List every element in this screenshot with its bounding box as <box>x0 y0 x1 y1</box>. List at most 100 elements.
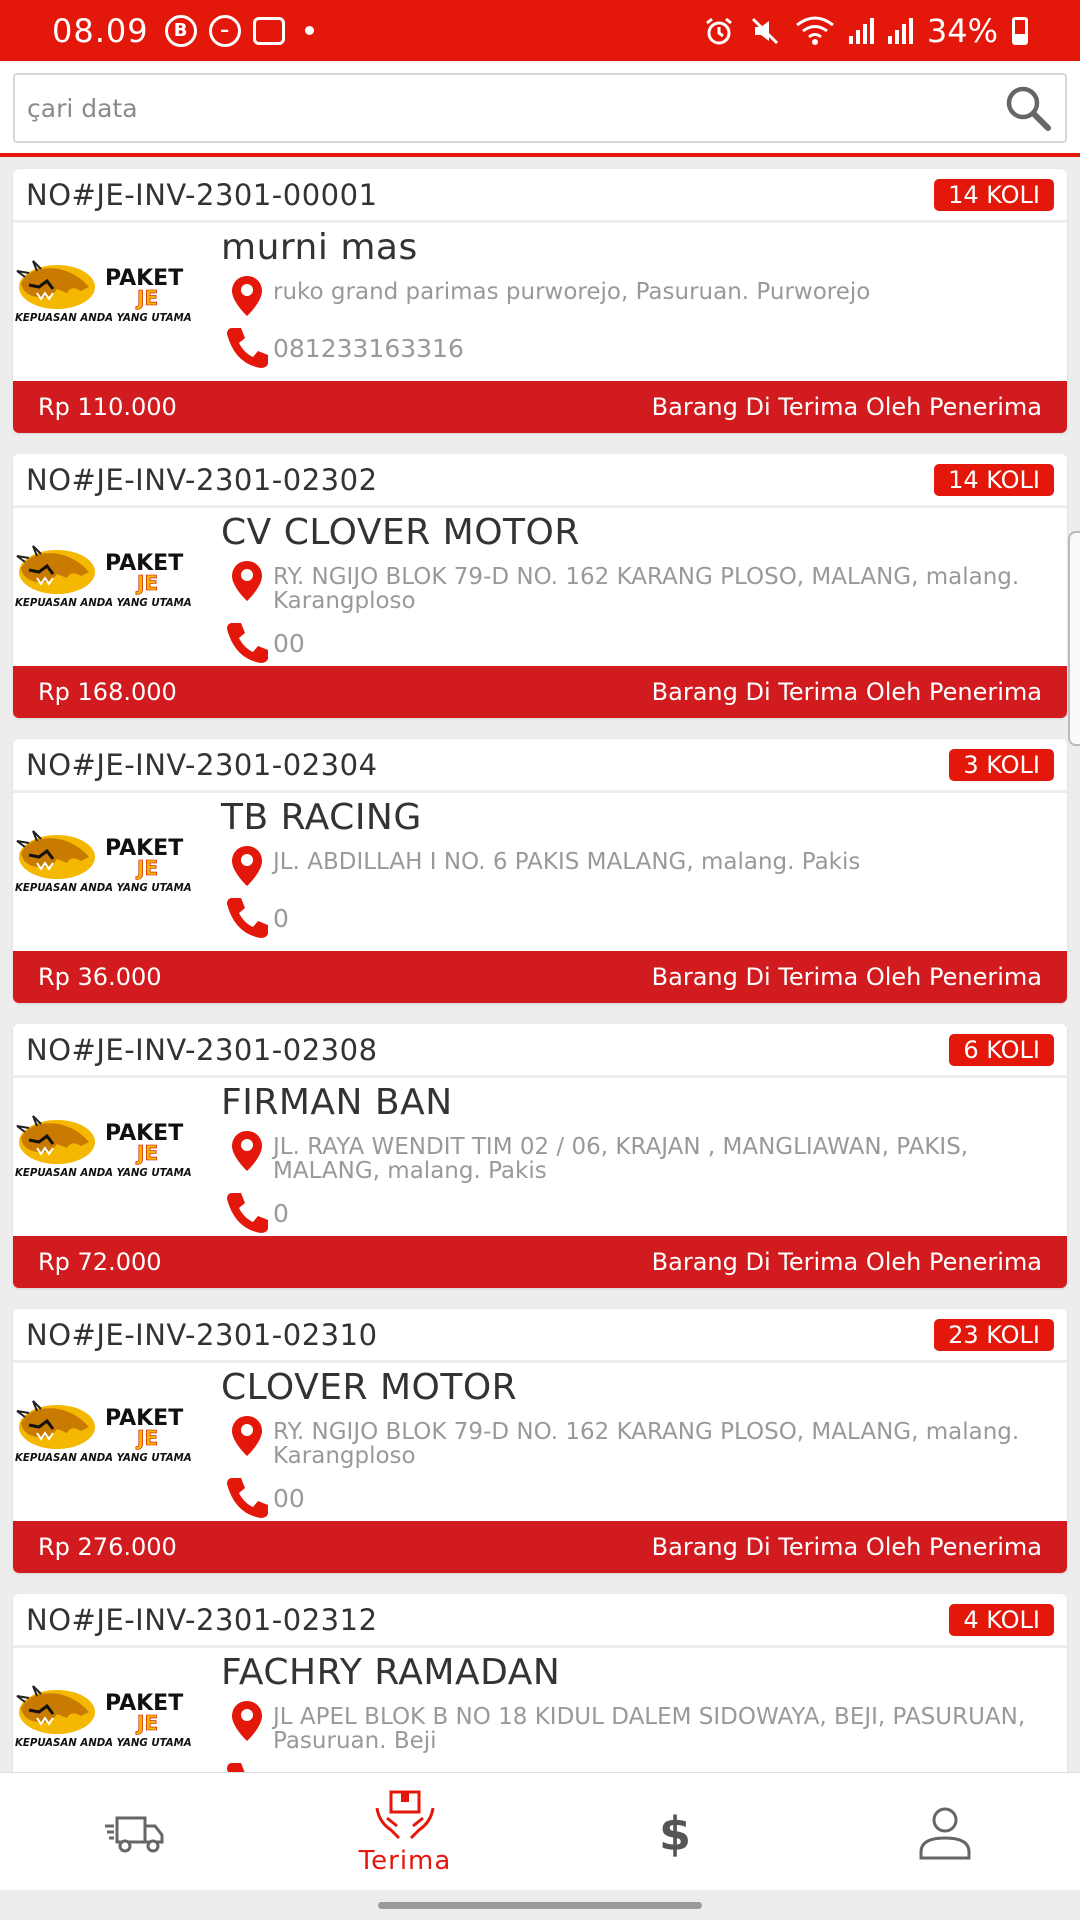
svg-text:JE: JE <box>135 1141 158 1165</box>
recipient-address: JL. RAYA WENDIT TIM 02 / 06, KRAJAN , MA… <box>273 1134 969 1184</box>
delivery-status: Barang Di Terima Oleh Penerima <box>651 963 1042 991</box>
koli-badge: 6 KOLI <box>949 1033 1054 1066</box>
status-left-icons: B – <box>164 14 314 47</box>
recipient-name: CV CLOVER MOTOR <box>221 512 580 553</box>
order-card-footer: Rp 72.000 Barang Di Terima Oleh Penerima <box>13 1236 1067 1288</box>
invoice-number: NO#JE-INV-2301-00001 <box>26 177 378 212</box>
home-gesture-bar[interactable] <box>378 1902 702 1909</box>
recipient-address: ruko grand parimas purworejo, Pasuruan. … <box>273 279 871 305</box>
app-screen: 08.09 B – 34% NO#JE-INV-2301-00001 <box>0 0 1080 1920</box>
recipient-name: murni mas <box>221 227 418 268</box>
phone-icon <box>221 1189 273 1233</box>
status-time: 08.09 <box>52 11 149 50</box>
wifi-icon <box>795 16 834 45</box>
svg-text:JE: JE <box>135 286 158 310</box>
order-card-header: NO#JE-INV-2301-02310 23 KOLI <box>13 1309 1067 1363</box>
order-card-body: PAKET JE KEPUASAN ANDA YANG UTAMA CLOVER… <box>13 1363 1067 1519</box>
location-pin-icon <box>221 1414 273 1458</box>
order-card[interactable]: NO#JE-INV-2301-00001 14 KOLI PAKET JE KE… <box>13 169 1067 433</box>
nav-profile[interactable] <box>810 1773 1080 1890</box>
address-row: RY. NGIJO BLOK 79-D NO. 162 KARANG PLOSO… <box>221 1414 1057 1468</box>
recipient-address: JL. ABDILLAH I NO. 6 PAKIS MALANG, malan… <box>273 849 861 875</box>
svg-text:KEPUASAN ANDA YANG UTAMA: KEPUASAN ANDA YANG UTAMA <box>15 883 192 894</box>
nav-terima[interactable]: Terima <box>270 1773 540 1890</box>
order-price: Rp 276.000 <box>38 1533 177 1561</box>
recipient-phone: 0 <box>273 904 289 933</box>
battery-percent: 34% <box>926 11 998 50</box>
phone-row: 00 <box>221 1474 1057 1518</box>
order-card-body: PAKET JE KEPUASAN ANDA YANG UTAMA murni … <box>13 223 1067 379</box>
nav-kirim[interactable] <box>0 1773 270 1890</box>
order-card-header: NO#JE-INV-2301-02302 14 KOLI <box>13 454 1067 508</box>
location-pin-icon <box>221 1699 273 1743</box>
search-icon[interactable] <box>1003 83 1053 133</box>
order-card[interactable]: NO#JE-INV-2301-02302 14 KOLI PAKET JE KE… <box>13 454 1067 718</box>
order-card-header: NO#JE-INV-2301-02308 6 KOLI <box>13 1024 1067 1078</box>
location-pin-icon <box>221 559 273 603</box>
svg-text:JE: JE <box>135 1711 158 1735</box>
user-icon <box>919 1807 971 1859</box>
svg-text:KEPUASAN ANDA YANG UTAMA: KEPUASAN ANDA YANG UTAMA <box>15 1738 192 1749</box>
order-info: TB RACING JL. ABDILLAH I NO. 6 PAKIS MAL… <box>221 793 1057 938</box>
invoice-number: NO#JE-INV-2301-02302 <box>26 462 378 497</box>
phone-row: 082823800162 <box>221 1759 1057 1772</box>
paket-je-logo: PAKET JE KEPUASAN ANDA YANG UTAMA <box>15 830 192 894</box>
recipient-address: JL APEL BLOK B NO 18 KIDUL DALEM SIDOWAY… <box>273 1704 1026 1754</box>
order-list[interactable]: NO#JE-INV-2301-00001 14 KOLI PAKET JE KE… <box>0 161 1080 1772</box>
phone-row: 0 <box>221 1189 1057 1233</box>
paket-je-logo: PAKET JE KEPUASAN ANDA YANG UTAMA <box>15 260 192 324</box>
search-input[interactable] <box>27 93 1003 123</box>
svg-text:KEPUASAN ANDA YANG UTAMA: KEPUASAN ANDA YANG UTAMA <box>15 1453 192 1464</box>
dollar-icon: $ <box>659 1807 691 1860</box>
recipient-name: FIRMAN BAN <box>221 1082 453 1123</box>
order-info: FACHRY RAMADAN JL APEL BLOK B NO 18 KIDU… <box>221 1648 1057 1772</box>
invoice-number: NO#JE-INV-2301-02310 <box>26 1317 378 1352</box>
status-right-icons: 34% <box>703 12 1028 50</box>
address-row: RY. NGIJO BLOK 79-D NO. 162 KARANG PLOSO… <box>221 559 1057 613</box>
location-pin-icon <box>221 1129 273 1173</box>
order-card-header: NO#JE-INV-2301-02312 4 KOLI <box>13 1594 1067 1648</box>
order-card-body: PAKET JE KEPUASAN ANDA YANG UTAMA TB RAC… <box>13 793 1067 949</box>
location-pin-icon <box>221 844 273 888</box>
recipient-address: RY. NGIJO BLOK 79-D NO. 162 KARANG PLOSO… <box>273 1419 1020 1469</box>
order-card-footer: Rp 110.000 Barang Di Terima Oleh Penerim… <box>13 381 1067 433</box>
invoice-number: NO#JE-INV-2301-02308 <box>26 1032 378 1067</box>
delivery-status: Barang Di Terima Oleh Penerima <box>651 678 1042 706</box>
koli-badge: 4 KOLI <box>949 1603 1054 1636</box>
delivery-status: Barang Di Terima Oleh Penerima <box>651 1248 1042 1276</box>
battery-icon <box>1012 16 1028 45</box>
recipient-phone: 00 <box>273 1484 305 1513</box>
order-card[interactable]: NO#JE-INV-2301-02310 23 KOLI PAKET JE KE… <box>13 1309 1067 1573</box>
mute-icon <box>751 17 778 44</box>
scrollbar[interactable] <box>1068 531 1080 746</box>
box-hands-icon <box>375 1790 435 1839</box>
order-card-header: NO#JE-INV-2301-00001 14 KOLI <box>13 169 1067 223</box>
order-card-header: NO#JE-INV-2301-02304 3 KOLI <box>13 739 1067 793</box>
svg-text:KEPUASAN ANDA YANG UTAMA: KEPUASAN ANDA YANG UTAMA <box>15 598 192 609</box>
address-row: JL. RAYA WENDIT TIM 02 / 06, KRAJAN , MA… <box>221 1129 1057 1183</box>
order-info: CLOVER MOTOR RY. NGIJO BLOK 79-D NO. 162… <box>221 1363 1057 1518</box>
order-card[interactable]: NO#JE-INV-2301-02304 3 KOLI PAKET JE KEP… <box>13 739 1067 1003</box>
address-row: ruko grand parimas purworejo, Pasuruan. … <box>221 274 1057 318</box>
status-bar: 08.09 B – 34% <box>0 0 1080 61</box>
phone-row: 00 <box>221 619 1057 663</box>
recipient-name: FACHRY RAMADAN <box>221 1652 561 1693</box>
recipient-name: CLOVER MOTOR <box>221 1367 518 1408</box>
recipient-phone: 082823800162 <box>273 1759 464 1772</box>
svg-text:JE: JE <box>135 571 158 595</box>
order-info: murni mas ruko grand parimas purworejo, … <box>221 223 1057 368</box>
order-card[interactable]: NO#JE-INV-2301-02312 4 KOLI PAKET JE KEP… <box>13 1594 1067 1772</box>
signal-icon-2 <box>887 17 913 44</box>
order-card[interactable]: NO#JE-INV-2301-02308 6 KOLI PAKET JE KEP… <box>13 1024 1067 1288</box>
phone-row: 0 <box>221 894 1057 938</box>
koli-badge: 23 KOLI <box>934 1318 1054 1351</box>
order-price: Rp 168.000 <box>38 678 177 706</box>
order-card-body: PAKET JE KEPUASAN ANDA YANG UTAMA FIRMAN… <box>13 1078 1067 1234</box>
phone-icon <box>221 324 273 368</box>
paket-je-logo: PAKET JE KEPUASAN ANDA YANG UTAMA <box>15 1400 192 1464</box>
svg-text:JE: JE <box>135 856 158 880</box>
order-card-footer: Rp 36.000 Barang Di Terima Oleh Penerima <box>13 951 1067 1003</box>
order-card-footer: Rp 168.000 Barang Di Terima Oleh Penerim… <box>13 666 1067 718</box>
nav-payment[interactable]: $ <box>540 1773 810 1890</box>
address-row: JL. ABDILLAH I NO. 6 PAKIS MALANG, malan… <box>221 844 1057 888</box>
